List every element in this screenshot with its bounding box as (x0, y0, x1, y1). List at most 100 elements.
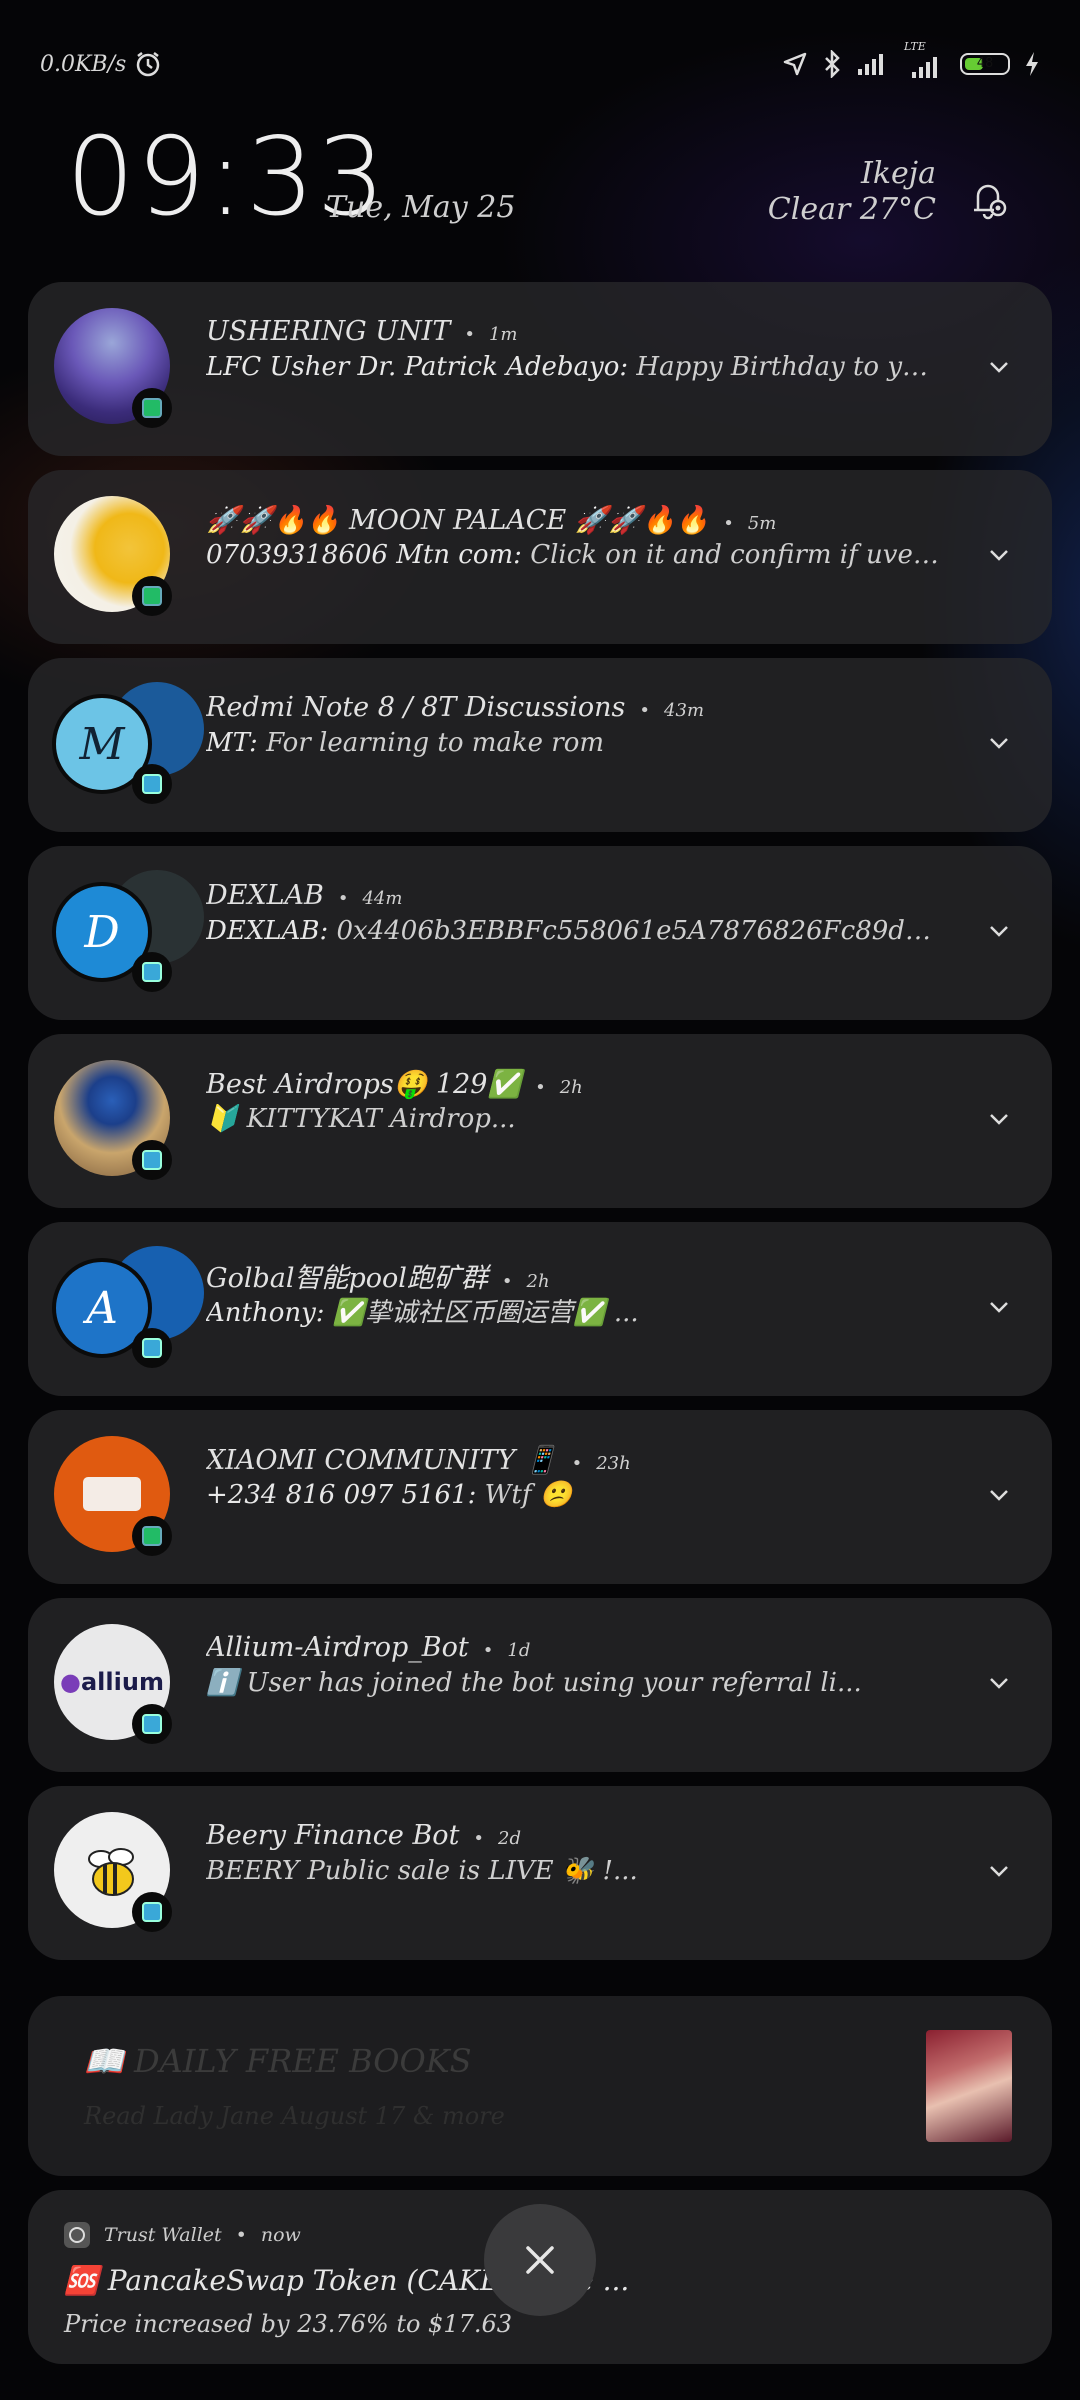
notification-title: Best Airdrops🤑 129✅ (206, 1069, 522, 1100)
notification-message: Click on it and confirm if uve completed… (530, 540, 942, 570)
weather-widget[interactable]: Ikeja Clear 27°C (768, 156, 936, 228)
chevron-down-icon[interactable] (988, 1672, 1010, 1694)
chevron-down-icon[interactable] (988, 1860, 1010, 1882)
notification-title-row: XIAOMI COMMUNITY 📱 • 23h (206, 1445, 631, 1476)
notification-body: 07039318606 Mtn com: Click on it and con… (206, 540, 942, 570)
notification-message: 🔰 KITTYKAT Airdrop... (206, 1104, 516, 1134)
notification-message: BEERY Public sale is LIVE 🐝 !... (206, 1856, 638, 1886)
notification-time: 2h (559, 1077, 583, 1098)
battery-icon: 48 (960, 53, 1010, 75)
notification-body: +234 816 097 5161: Wtf 😕 (206, 1480, 942, 1510)
notification-time: 1d (507, 1640, 531, 1661)
clock-date[interactable]: Tue, May 25 (326, 190, 515, 225)
notification-body: BEERY Public sale is LIVE 🐝 !... (206, 1856, 942, 1886)
book-cover-image (926, 2030, 1012, 2142)
notification-title-row: Golbal智能pool跑矿群 • 2h (206, 1263, 550, 1294)
net-speed: 0.0KB/s (40, 51, 127, 77)
app-badge-icon (132, 952, 172, 992)
chevron-down-icon[interactable] (988, 732, 1010, 754)
notification-message: ✅挚诚社区币圈运营✅ ... (332, 1298, 639, 1328)
signal-icon-lte: LTE (904, 40, 946, 80)
location-icon (783, 52, 807, 76)
notification-sender: Anthony: (206, 1298, 325, 1328)
notification-card[interactable]: Beery Finance Bot • 2d BEERY Public sale i… (28, 1786, 1052, 1960)
notification-settings-icon[interactable] (964, 176, 1012, 224)
notification-message: 0x4406b3EBBFc558061e5A7876826Fc89d643f61… (336, 916, 942, 946)
notification-message: For learning to make rom (266, 728, 605, 758)
notification-message: Wtf 😕 (484, 1480, 573, 1510)
notification-title: DEXLAB (206, 880, 324, 911)
battery-level: 48 (976, 56, 994, 71)
bee-icon (88, 1848, 134, 1896)
notification-message: ℹ️ User has joined the bot using your re… (206, 1668, 862, 1698)
notification-card[interactable]: A Golbal智能pool跑矿群 • 2h Anthony: ✅挚诚社区币圈运营✅… (28, 1222, 1052, 1396)
signal-icon-1 (858, 54, 883, 75)
chevron-down-icon[interactable] (988, 356, 1010, 378)
notification-body: LFC Usher Dr. Patrick Adebayo: Happy Bir… (206, 352, 942, 382)
notification-title-row: Best Airdrops🤑 129✅ • 2h (206, 1069, 583, 1100)
app-badge-icon (132, 388, 172, 428)
chevron-down-icon[interactable] (988, 1296, 1010, 1318)
chevron-down-icon[interactable] (988, 920, 1010, 942)
daily-books-subtitle: Read Lady Jane August 17 & more (84, 2102, 505, 2130)
notification-card[interactable]: ●allium Allium-Airdrop_Bot • 1d ℹ️ User ha… (28, 1598, 1052, 1772)
notification-body: 🔰 KITTYKAT Airdrop... (206, 1104, 942, 1134)
notification-title: Golbal智能pool跑矿群 (206, 1263, 488, 1294)
notification-time: 44m (362, 888, 403, 909)
notification-sender: LFC Usher Dr. Patrick Adebayo: (206, 352, 629, 382)
notification-time: 2h (526, 1271, 550, 1292)
app-badge-icon (132, 576, 172, 616)
notification-title: 🚀🚀🔥🔥 MOON PALACE 🚀🚀🔥🔥 (206, 505, 710, 536)
clear-all-button[interactable] (484, 2204, 596, 2316)
chevron-down-icon[interactable] (988, 544, 1010, 566)
app-badge-icon (132, 1892, 172, 1932)
chevron-down-icon[interactable] (988, 1484, 1010, 1506)
notification-time: 23h (596, 1453, 631, 1474)
notification-title: Allium-Airdrop_Bot (206, 1632, 469, 1663)
notification-title: Redmi Note 8 / 8T Discussions (206, 692, 626, 723)
notification-time: 5m (747, 513, 777, 534)
notification-body: ℹ️ User has joined the bot using your re… (206, 1668, 942, 1698)
notification-sender: MT: (206, 728, 258, 758)
notification-time: 1m (488, 324, 518, 345)
notification-card[interactable]: USHERING UNIT • 1m LFC Usher Dr. Patrick A… (28, 282, 1052, 456)
notification-body: MT: For learning to make rom (206, 728, 942, 758)
alarm-icon (137, 52, 160, 77)
close-icon (526, 2246, 554, 2274)
notification-time: 2d (498, 1828, 522, 1849)
notification-message: Happy Birthday to you. God bless ... (636, 352, 942, 382)
status-bar: 0.0KB/s LTE 48 (40, 40, 1040, 84)
notification-card[interactable]: M Redmi Note 8 / 8T Discussions • 43m MT: … (28, 658, 1052, 832)
daily-books-title: 📖 DAILY FREE BOOKS (84, 2042, 472, 2080)
xiaomi-logo-icon (83, 1477, 141, 1511)
notification-body: DEXLAB: 0x4406b3EBBFc558061e5A7876826Fc8… (206, 916, 942, 946)
trust-wallet-icon (64, 2222, 90, 2248)
notification-sender: DEXLAB: (206, 916, 329, 946)
app-name: Trust Wallet (104, 2224, 222, 2246)
notification-title-row: Beery Finance Bot • 2d (206, 1820, 522, 1851)
notification-title-row: USHERING UNIT • 1m (206, 316, 518, 347)
notification-sender: +234 816 097 5161: (206, 1480, 477, 1510)
app-header: Trust Wallet • now (64, 2222, 301, 2248)
notification-card[interactable]: Best Airdrops🤑 129✅ • 2h 🔰 KITTYKAT Airdro… (28, 1034, 1052, 1208)
app-badge-icon (132, 1328, 172, 1368)
notification-title: XIAOMI COMMUNITY 📱 (206, 1445, 558, 1476)
app-badge-icon (132, 1704, 172, 1744)
notification-title-row: DEXLAB • 44m (206, 880, 403, 911)
notification-title-row: Redmi Note 8 / 8T Discussions • 43m (206, 692, 705, 723)
notification-card[interactable]: 🚀🚀🔥🔥 MOON PALACE 🚀🚀🔥🔥 • 5m 07039318606 Mtn… (28, 470, 1052, 644)
daily-books-notification[interactable]: 📖 DAILY FREE BOOKS Read Lady Jane August… (28, 1996, 1052, 2176)
network-type-label: LTE (904, 40, 926, 53)
notification-time: now (260, 2224, 301, 2246)
app-badge-icon (132, 1516, 172, 1556)
notification-card[interactable]: D DEXLAB • 44m DEXLAB: 0x4406b3EBBFc558061… (28, 846, 1052, 1020)
notification-title-row: 🚀🚀🔥🔥 MOON PALACE 🚀🚀🔥🔥 • 5m (206, 505, 777, 536)
notification-sender: 07039318606 Mtn com: (206, 540, 522, 570)
app-badge-icon (132, 1140, 172, 1180)
bluetooth-icon (825, 50, 840, 78)
weather-condition: Clear 27°C (767, 192, 936, 227)
chevron-down-icon[interactable] (988, 1108, 1010, 1130)
notification-body: Anthony: ✅挚诚社区币圈运营✅ ... (206, 1292, 942, 1329)
notification-card[interactable]: XIAOMI COMMUNITY 📱 • 23h +234 816 097 5161… (28, 1410, 1052, 1584)
notification-list: USHERING UNIT • 1m LFC Usher Dr. Patrick A… (28, 282, 1052, 2364)
